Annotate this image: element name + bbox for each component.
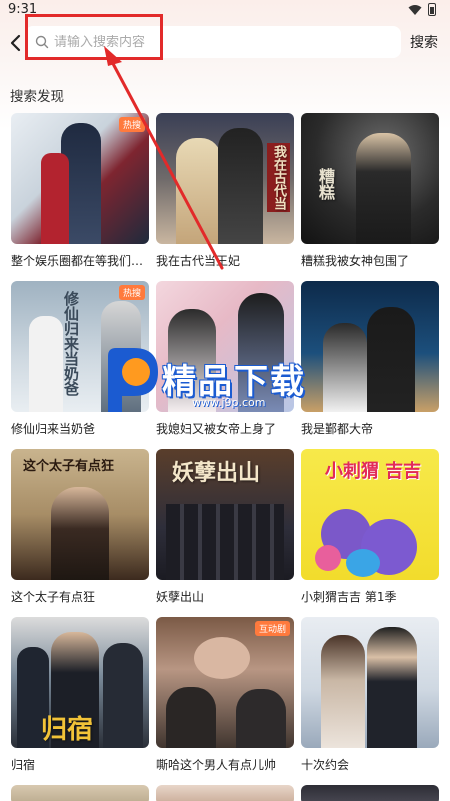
video-card[interactable]: 糟糕 糟糕我被女神包围了 xyxy=(301,113,439,269)
poster-image: 归宿 xyxy=(11,617,149,748)
poster-text: 这个太子有点狂 xyxy=(23,459,115,474)
badge: 热搜 xyxy=(118,117,145,132)
video-card[interactable]: 互动剧 嘶哈这个男人有点儿帅 xyxy=(156,617,294,773)
card-title: 嘶哈这个男人有点儿帅 xyxy=(156,758,277,772)
status-icons xyxy=(408,3,436,16)
video-card[interactable]: 妖孽出山 妖孽出山 xyxy=(156,449,294,605)
search-bar: 搜索 xyxy=(0,26,450,60)
poster-image: 热搜 xyxy=(11,113,149,244)
card-title: 妖孽出山 xyxy=(156,590,205,604)
poster-image xyxy=(156,281,294,412)
card-title: 这个太子有点狂 xyxy=(11,590,96,604)
poster-image: 小刺猬 吉吉 xyxy=(301,449,439,580)
card-title: 我媳妇又被女帝上身了 xyxy=(156,422,277,436)
status-time: 9:31 xyxy=(8,2,38,17)
video-card[interactable]: 修仙归来当奶爸 热搜 修仙归来当奶爸 xyxy=(11,281,149,437)
video-card[interactable]: 归宿 归宿 xyxy=(11,617,149,773)
poster-image: 糟糕 xyxy=(301,113,439,244)
poster-image xyxy=(301,281,439,412)
poster-text: 小刺猬 吉吉 xyxy=(324,461,422,482)
video-card[interactable] xyxy=(156,785,294,801)
card-title: 糟糕我被女神包围了 xyxy=(301,254,410,268)
status-bar: 9:31 xyxy=(0,0,450,22)
card-title: 修仙归来当奶爸 xyxy=(11,422,96,436)
card-title: 十次约会 xyxy=(301,758,350,772)
card-title: 小刺猬吉吉 第1季 xyxy=(301,590,397,604)
search-box[interactable] xyxy=(25,26,401,58)
video-card[interactable]: 十次约会 xyxy=(301,617,439,773)
card-title: 我在古代当王妃 xyxy=(156,254,241,268)
card-title: 整个娱乐圈都在等我们离... xyxy=(11,254,149,268)
video-card[interactable]: 我在古代当 我在古代当王妃 xyxy=(156,113,294,269)
search-input[interactable] xyxy=(54,34,354,50)
poster-image xyxy=(301,785,439,801)
poster-text: 我在古代当 xyxy=(267,143,290,212)
video-card[interactable]: 我媳妇又被女帝上身了 xyxy=(156,281,294,437)
poster-image: 互动剧 xyxy=(156,617,294,748)
video-card[interactable]: 小刺猬 吉吉 小刺猬吉吉 第1季 xyxy=(301,449,439,605)
poster-text: 归宿 xyxy=(41,715,94,745)
poster-image: 我在古代当 xyxy=(156,113,294,244)
video-card[interactable]: 热搜 整个娱乐圈都在等我们离... xyxy=(11,113,149,269)
badge: 热搜 xyxy=(118,285,145,300)
poster-image xyxy=(156,785,294,801)
poster-text: 妖孽出山 xyxy=(172,460,261,486)
poster-image xyxy=(11,785,149,801)
video-card[interactable] xyxy=(301,785,439,801)
poster-image: 修仙归来当奶爸 热搜 xyxy=(11,281,149,412)
video-card[interactable]: 这个太子有点狂 这个太子有点狂 xyxy=(11,449,149,605)
video-card[interactable] xyxy=(11,785,149,801)
badge: 互动剧 xyxy=(254,621,290,636)
back-icon[interactable] xyxy=(6,30,26,56)
card-title: 我是鄞都大帝 xyxy=(301,422,374,436)
section-title: 搜索发现 xyxy=(10,89,64,105)
poster-image xyxy=(301,617,439,748)
wifi-icon xyxy=(408,4,422,15)
poster-image: 这个太子有点狂 xyxy=(11,449,149,580)
video-card[interactable]: 我是鄞都大帝 xyxy=(301,281,439,437)
battery-icon xyxy=(428,3,436,16)
poster-image: 妖孽出山 xyxy=(156,449,294,580)
poster-text: 修仙归来当奶爸 xyxy=(62,291,80,396)
poster-text: 糟糕 xyxy=(316,168,335,200)
card-title: 归宿 xyxy=(11,758,36,772)
search-icon xyxy=(35,35,49,49)
search-button[interactable]: 搜索 xyxy=(410,32,438,52)
